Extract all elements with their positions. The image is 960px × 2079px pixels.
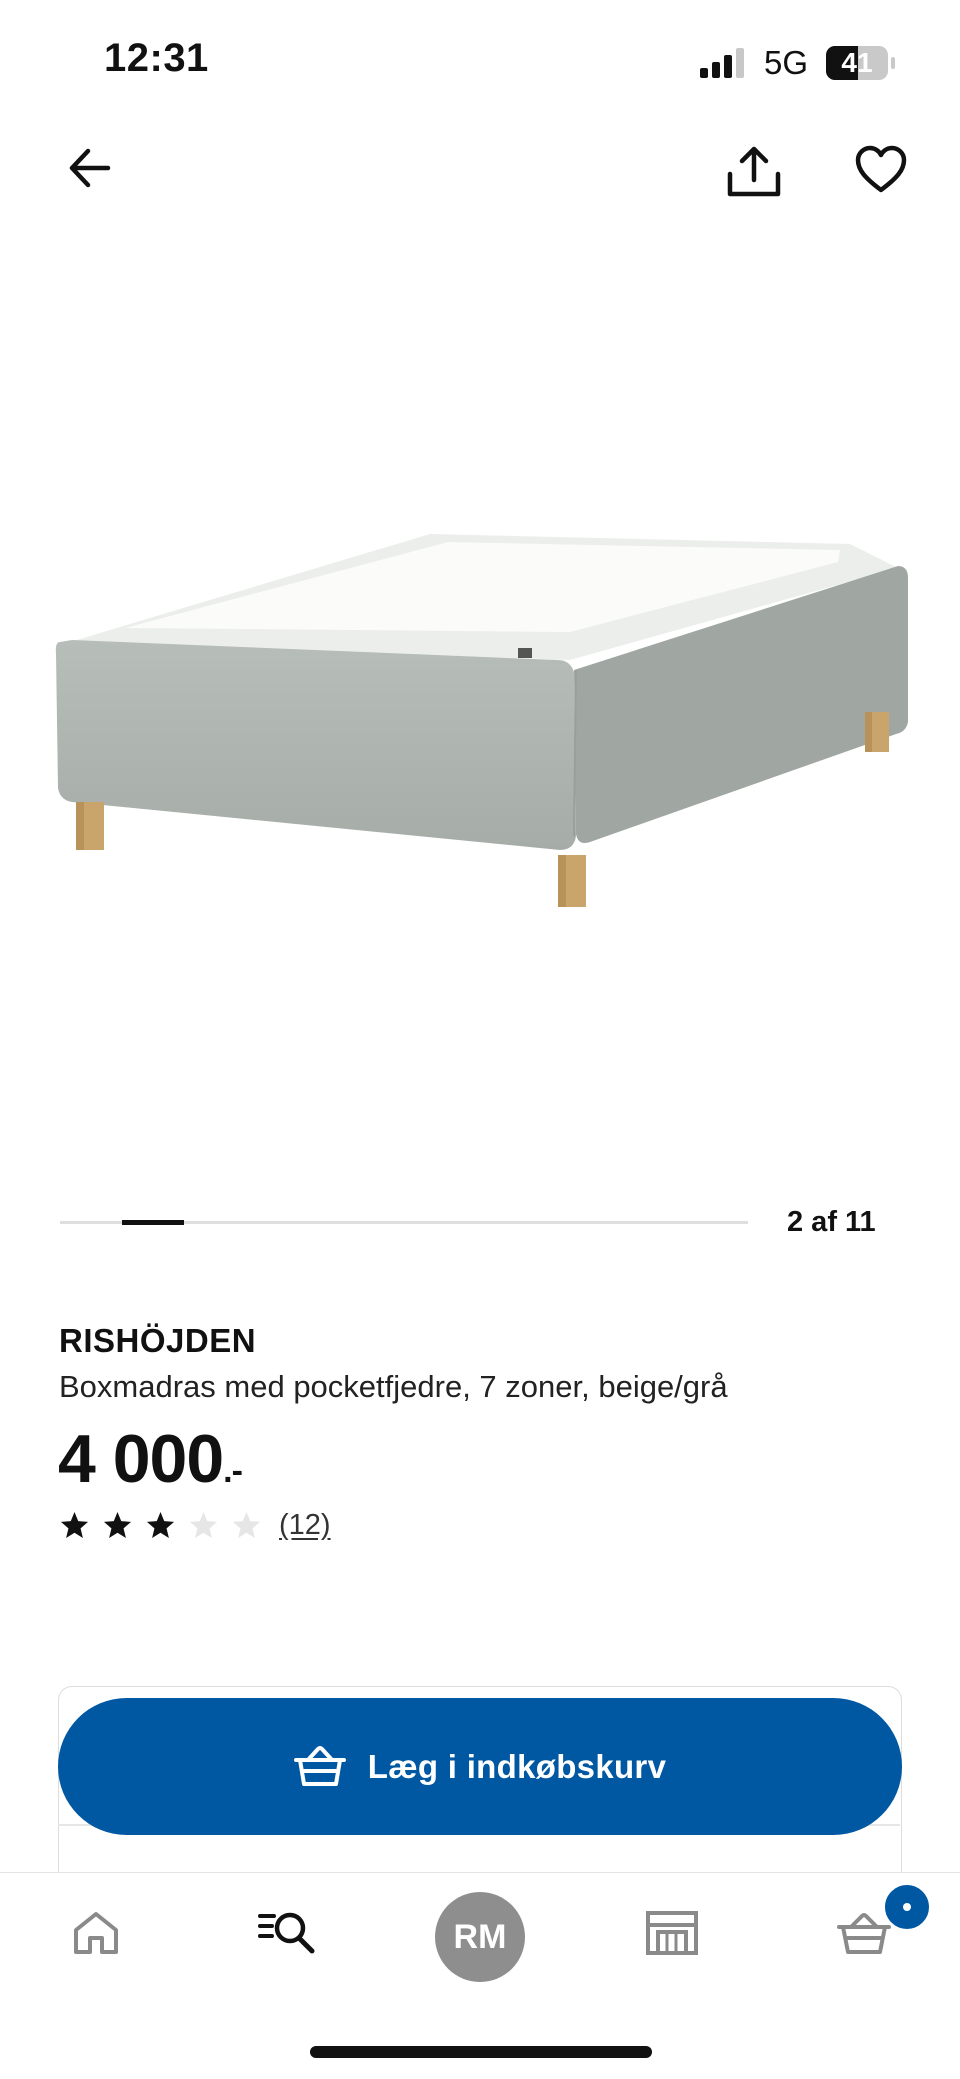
star-filled-icon [103,1511,132,1539]
shopping-basket-icon [293,1745,346,1786]
star-empty-icon [232,1511,261,1539]
product-price: 4 000.- [58,1420,243,1498]
signal-strength-icon [700,48,744,78]
carousel-thumb[interactable] [122,1220,184,1225]
product-name: RISHÖJDEN [59,1322,257,1359]
rating-stars[interactable] [59,1510,262,1544]
status-time: 12:31 [104,36,209,80]
battery-level: 41 [841,47,873,78]
arrow-left-icon[interactable] [64,142,116,194]
add-to-cart-button[interactable]: Læg i indkøbskurv [58,1698,902,1835]
star-filled-icon [60,1511,89,1539]
star-empty-icon [189,1511,218,1539]
cart-icon[interactable] [837,1912,891,1956]
cart-badge [882,1882,932,1932]
network-type: 5G [764,44,809,81]
cart-badge-dot [903,1903,911,1911]
price-suffix: .- [223,1452,243,1490]
store-icon[interactable] [645,1910,699,1956]
avatar[interactable]: RM [435,1892,525,1982]
heart-icon[interactable] [855,144,907,196]
price-value: 4 000 [58,1421,224,1497]
search-list-icon[interactable] [258,1908,316,1956]
add-to-cart-label: Læg i indkøbskurv [367,1747,667,1785]
home-indicator[interactable] [310,2046,652,2058]
star-filled-icon [146,1511,175,1539]
product-description: Boxmadras med pocketfjedre, 7 zoner, bei… [59,1369,728,1404]
review-count-link[interactable]: (12) [279,1509,331,1542]
image-counter: 2 af 11 [787,1206,876,1238]
share-icon[interactable] [726,146,782,198]
product-image[interactable] [50,520,910,920]
home-icon[interactable] [70,1908,122,1956]
